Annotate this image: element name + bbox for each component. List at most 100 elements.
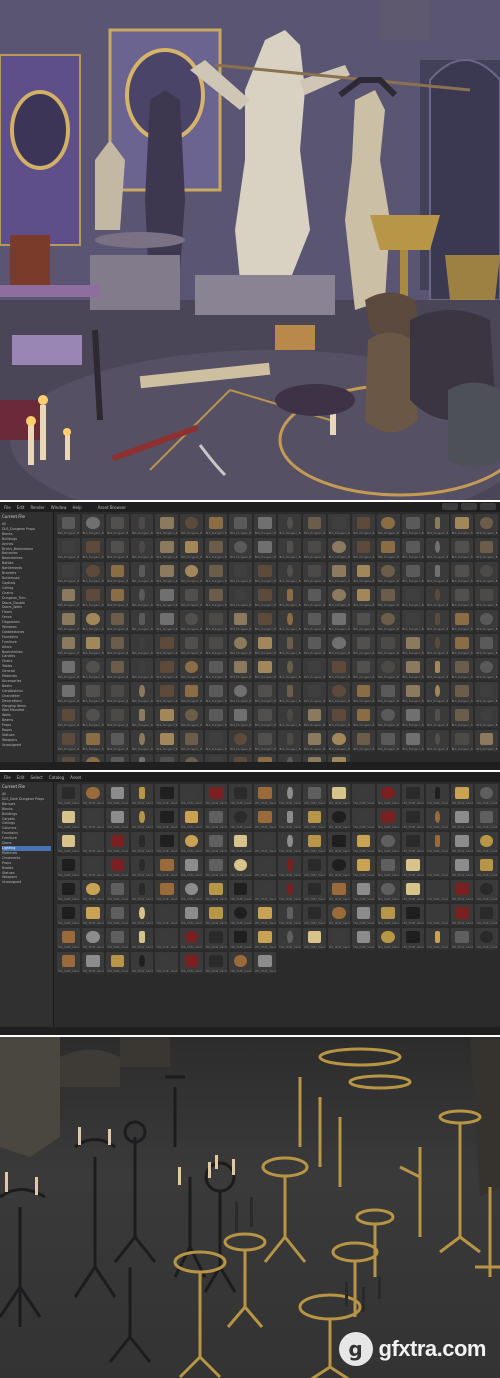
asset-tile[interactable]: LTG_Chdlr_Cand... (229, 928, 252, 950)
asset-tile[interactable]: BLS_Dungeon_B... (155, 682, 179, 704)
asset-tile[interactable]: BLS_Dungeon_B... (401, 610, 425, 632)
asset-tile[interactable]: BLS_Dungeon_B... (352, 514, 375, 536)
asset-tile[interactable]: BLS_Dungeon_B... (327, 514, 351, 536)
asset-tile[interactable]: BLS_Dungeon_B... (57, 562, 80, 584)
asset-tile[interactable]: BLS_Dungeon_B... (327, 730, 351, 752)
asset-tile[interactable]: BLS_Dungeon_B... (229, 634, 252, 656)
asset-tile[interactable]: LTG_Chdlr_Cand... (106, 880, 129, 902)
asset-tile[interactable]: BLS_Dungeon_B... (180, 706, 203, 728)
asset-tile[interactable]: LTG_Chdlr_Cand... (327, 880, 351, 902)
asset-tile[interactable]: BLS_Dungeon_B... (204, 538, 228, 560)
asset-tile[interactable]: LTG_Chdlr_Cand... (450, 784, 474, 806)
asset-tile[interactable]: LTG_Chdlr_Cand... (327, 904, 351, 926)
asset-tile[interactable]: BLS_Dungeon_B... (475, 610, 498, 632)
asset-tile[interactable]: BLS_Dungeon_B... (253, 658, 277, 680)
asset-tile[interactable]: LTG_Chdlr_Cand... (57, 928, 80, 950)
asset-tile[interactable]: BLS_Dungeon_B... (130, 586, 154, 608)
asset-tile[interactable]: BLS_Dungeon_B... (401, 706, 425, 728)
asset-tile[interactable]: LTG_Chdlr_Cand... (229, 784, 252, 806)
asset-tile[interactable]: BLS_Dungeon_B... (401, 586, 425, 608)
asset-tile[interactable]: BLS_Dungeon_B... (450, 658, 474, 680)
asset-tile[interactable]: BLS_Dungeon_B... (327, 562, 351, 584)
asset-tile[interactable]: BLS_Dungeon_B... (180, 634, 203, 656)
asset-tile[interactable]: BLS_Dungeon_B... (426, 730, 449, 752)
asset-tile[interactable]: BLS_Dungeon_B... (229, 730, 252, 752)
asset-tile[interactable]: BLS_Dungeon_B... (204, 586, 228, 608)
asset-tile[interactable]: LTG_Chdlr_Cand... (180, 928, 203, 950)
asset-tile[interactable]: BLS_Dungeon_B... (303, 514, 326, 536)
asset-tile[interactable]: BLS_Dungeon_B... (303, 682, 326, 704)
asset-tile[interactable]: BLS_Dungeon_B... (303, 730, 326, 752)
asset-tile[interactable]: LTG_Chdlr_Cand... (130, 784, 154, 806)
asset-tile[interactable]: BLS_Dungeon_B... (57, 634, 80, 656)
asset-tile[interactable]: BLS_Dungeon_B... (57, 730, 80, 752)
asset-tile[interactable]: BLS_Dungeon_B... (106, 562, 129, 584)
asset-tile[interactable]: BLS_Dungeon_B... (303, 586, 326, 608)
asset-tile[interactable]: LTG_Chdlr_Cand... (278, 904, 302, 926)
asset-tile[interactable]: BLS_Dungeon_B... (253, 730, 277, 752)
asset-tile[interactable]: BLS_Dungeon_B... (426, 682, 449, 704)
asset-tile[interactable]: LTG_Chdlr_Cand... (450, 832, 474, 854)
asset-tile[interactable]: BLS_Dungeon_B... (450, 514, 474, 536)
asset-tile[interactable]: BLS_Dungeon_B... (327, 658, 351, 680)
menu-item[interactable]: Edit (17, 505, 25, 510)
asset-tile[interactable]: BLS_Dungeon_B... (81, 610, 105, 632)
asset-tile[interactable]: LTG_Chdlr_Cand... (450, 880, 474, 902)
asset-tile[interactable]: BLS_Dungeon_B... (303, 610, 326, 632)
asset-tile[interactable]: BLS_Dungeon_B... (376, 634, 400, 656)
asset-tile[interactable]: BLS_Dungeon_B... (180, 586, 203, 608)
asset-tile[interactable]: LTG_Chdlr_Cand... (130, 952, 154, 974)
asset-tile[interactable]: BLS_Dungeon_B... (204, 514, 228, 536)
asset-tile[interactable]: BLS_Dungeon_B... (401, 634, 425, 656)
asset-tile[interactable]: BLS_Dungeon_B... (130, 610, 154, 632)
header-tab[interactable]: Asset Browser (98, 505, 126, 510)
asset-tile[interactable]: LTG_Chdlr_Cand... (155, 952, 179, 974)
asset-tile[interactable]: BLS_Dungeon_B... (376, 538, 400, 560)
asset-tile[interactable]: BLS_Dungeon_B... (229, 610, 252, 632)
asset-tile[interactable]: LTG_Chdlr_Cand... (204, 952, 228, 974)
menu-item[interactable]: Help (72, 505, 81, 510)
asset-tile[interactable]: BLS_Dungeon_B... (130, 706, 154, 728)
asset-tile[interactable]: LTG_Chdlr_Cand... (81, 784, 105, 806)
asset-tile[interactable]: BLS_Dungeon_B... (81, 538, 105, 560)
asset-tile[interactable]: LTG_Chdlr_Cand... (376, 904, 400, 926)
asset-tile[interactable]: LTG_Chdlr_Cand... (253, 784, 277, 806)
asset-tile[interactable]: LTG_Chdlr_Cand... (229, 880, 252, 902)
asset-tile[interactable]: LTG_Chdlr_Cand... (81, 952, 105, 974)
asset-tile[interactable]: BLS_Dungeon_B... (426, 610, 449, 632)
asset-tile[interactable]: BLS_Dungeon_B... (327, 634, 351, 656)
asset-tile[interactable]: BLS_Dungeon_B... (57, 514, 80, 536)
asset-tile[interactable]: BLS_Dungeon_B... (253, 682, 277, 704)
asset-tile[interactable]: BLS_Dungeon_B... (81, 586, 105, 608)
asset-tile[interactable]: BLS_Dungeon_B... (401, 730, 425, 752)
catalog-item[interactable]: Unassigned (2, 743, 51, 748)
asset-tile[interactable]: LTG_Chdlr_Cand... (327, 808, 351, 830)
asset-tile[interactable]: BLS_Dungeon_B... (352, 538, 375, 560)
asset-tile[interactable]: LTG_Chdlr_Cand... (106, 904, 129, 926)
asset-tile[interactable]: BLS_Dungeon_B... (278, 586, 302, 608)
asset-tile[interactable]: LTG_Chdlr_Cand... (278, 856, 302, 878)
asset-tile[interactable]: LTG_Chdlr_Cand... (303, 856, 326, 878)
asset-tile[interactable]: LTG_Chdlr_Cand... (155, 784, 179, 806)
asset-tile[interactable]: BLS_Dungeon_B... (327, 586, 351, 608)
header-button[interactable] (461, 503, 477, 510)
asset-tile[interactable]: LTG_Chdlr_Cand... (352, 808, 375, 830)
asset-tile[interactable]: BLS_Dungeon_B... (278, 538, 302, 560)
asset-tile[interactable]: BLS_Dungeon_B... (106, 658, 129, 680)
asset-tile[interactable]: LTG_Chdlr_Cand... (81, 808, 105, 830)
asset-tile[interactable]: LTG_Chdlr_Cand... (204, 856, 228, 878)
asset-tile[interactable]: BLS_Dungeon_B... (303, 634, 326, 656)
asset-tile[interactable]: LTG_Chdlr_Cand... (204, 928, 228, 950)
menu-item[interactable]: Catalog (49, 775, 64, 780)
asset-tile[interactable]: LTG_Chdlr_Cand... (253, 904, 277, 926)
asset-tile[interactable]: LTG_Chdlr_Cand... (106, 808, 129, 830)
asset-tile[interactable]: BLS_Dungeon_B... (204, 562, 228, 584)
asset-tile[interactable]: LTG_Chdlr_Cand... (303, 880, 326, 902)
asset-tile[interactable]: LTG_Chdlr_Cand... (401, 928, 425, 950)
asset-tile[interactable]: LTG_Chdlr_Cand... (327, 832, 351, 854)
asset-tile[interactable]: LTG_Chdlr_Cand... (180, 808, 203, 830)
asset-tile[interactable]: BLS_Dungeon_B... (376, 730, 400, 752)
catalog-item[interactable]: Unassigned (2, 880, 51, 885)
asset-tile[interactable]: BLS_Dungeon_B... (426, 586, 449, 608)
asset-tile[interactable]: BLS_Dungeon_B... (57, 610, 80, 632)
